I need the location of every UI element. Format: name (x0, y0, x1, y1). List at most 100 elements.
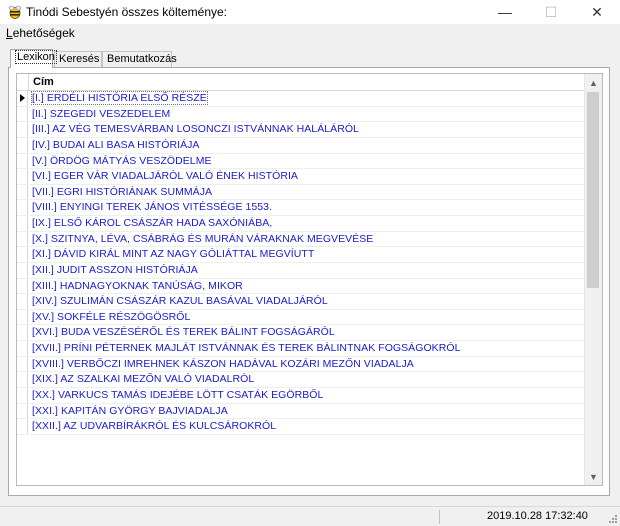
poem-title: [VI.] EGER VÁR VIADALJÁRÓL VALÓ ÉNEK HIS… (32, 170, 298, 183)
poem-title: [IV.] BUDAI ALI BASA HISTÓRIÁJA (32, 138, 200, 151)
row-indicator[interactable] (17, 169, 28, 184)
vertical-scrollbar[interactable]: ▲ ▼ (584, 74, 602, 485)
table-row[interactable]: [XI.] DÁVID KIRÁL MINT AZ NAGY GÓLIÁTTAL… (17, 247, 586, 263)
table-row[interactable]: [XX.] VARKUCS TAMÁS IDEJÉBE LÖTT CSATÁK … (17, 387, 586, 404)
poem-title: [XV.] SOKFÉLE RÉSZÖGÖSRŐL (32, 310, 191, 323)
table-row[interactable]: [I.] ERDÉLI HISTÓRIA ELSŐ RÉSZE (17, 91, 586, 107)
poem-title: [XI.] DÁVID KIRÁL MINT AZ NAGY GÓLIÁTTAL… (32, 248, 315, 261)
row-indicator[interactable] (17, 419, 28, 434)
tab-lexikon[interactable]: Lexikon (10, 49, 57, 68)
poem-title: [IX.] ELSŐ KÁROL CSÁSZÁR HADA SAXÓNIÁBA, (32, 217, 273, 229)
row-indicator[interactable] (17, 278, 28, 294)
scroll-down-arrow-icon[interactable]: ▼ (585, 468, 602, 485)
tab-kereses[interactable]: Keresés (54, 51, 102, 67)
row-indicator[interactable] (17, 247, 28, 262)
poem-title: [XIV.] SZULIMÁN CSÁSZÁR KAZUL BASÁVAL VI… (32, 295, 328, 308)
row-indicator[interactable] (17, 341, 28, 356)
grid-header: Cím (17, 74, 586, 91)
poem-title: [XXII.] AZ UDVARBÍRÁKRÓL ÉS KULCSÁROKRÓL (32, 420, 277, 433)
poem-title: [XIX.] AZ SZALKAI MEZŐN VALÓ VIADALRÓL (32, 373, 255, 386)
table-row[interactable]: [X.] SZITNYA, LÉVA, CSÁBRÁG ÉS MURÁN VÁR… (17, 231, 586, 248)
poem-title: [VIII.] ENYINGI TEREK JÁNOS VITÉSSÉGE 15… (32, 201, 273, 214)
poem-title: [I.] ERDÉLI HISTÓRIA ELSŐ RÉSZE (31, 91, 208, 105)
table-row[interactable]: [XXII.] AZ UDVARBÍRÁKRÓL ÉS KULCSÁROKRÓL (17, 419, 586, 435)
row-indicator[interactable] (17, 200, 28, 215)
row-indicator[interactable] (17, 372, 28, 387)
table-row[interactable]: [II.] SZEGEDI VESZEDELEM (17, 106, 586, 123)
window-title: Tinódi Sebestyén összes költeménye: (26, 5, 227, 19)
menu-options-label-rest: ehetőségek (12, 26, 75, 40)
table-row[interactable]: [XVIII.] VERBŐCZI IMREHNEK KÁSZON HADÁVA… (17, 356, 586, 373)
status-separator (439, 510, 440, 524)
poem-title: [XVIII.] VERBŐCZI IMREHNEK KÁSZON HADÁVA… (32, 357, 414, 370)
minimize-icon: — (498, 4, 512, 20)
close-button[interactable]: ✕ (574, 0, 620, 24)
row-indicator[interactable] (17, 231, 28, 247)
table-row[interactable]: [XVII.] PRÍNI PÉTERNEK MAJLÁT ISTVÁNNAK … (17, 341, 586, 357)
table-row[interactable]: [V.] ÖRDÖG MÁTYÁS VESZÖDELME (17, 153, 586, 170)
bee-icon (8, 5, 22, 19)
poem-title: [XVII.] PRÍNI PÉTERNEK MAJLÁT ISTVÁNNAK … (32, 342, 461, 354)
row-indicator[interactable] (17, 137, 28, 153)
menu-options[interactable]: Lehetőségek (6, 26, 75, 40)
table-row[interactable]: [III.] AZ VÉG TEMESVÁRBAN LOSONCZI ISTVÁ… (17, 122, 586, 138)
table-row[interactable]: [XV.] SOKFÉLE RÉSZÖGÖSRŐL (17, 309, 586, 326)
poem-title: [II.] SZEGEDI VESZEDELEM (32, 107, 171, 120)
poem-title: [XX.] VARKUCS TAMÁS IDEJÉBE LÖTT CSATÁK … (32, 388, 324, 401)
table-row[interactable]: [IV.] BUDAI ALI BASA HISTÓRIÁJA (17, 137, 586, 154)
poem-title: [XII.] JUDIT ASSZON HISTÓRIÁJA (32, 263, 198, 276)
table-row[interactable]: [XII.] JUDIT ASSZON HISTÓRIÁJA (17, 262, 586, 279)
minimize-button[interactable]: — (482, 0, 528, 24)
row-indicator[interactable] (17, 387, 28, 403)
row-indicator[interactable] (17, 325, 28, 340)
table-row[interactable]: [XXI.] KAPITÁN GYÖRGY BAJVIADALJA (17, 403, 586, 420)
row-indicator[interactable] (17, 91, 28, 106)
tab-bemutatkozas[interactable]: Bemutatkozás (102, 51, 177, 67)
poem-title: [XVI.] BUDA VESZÉSÉRŐL ÉS TEREK BÁLINT F… (32, 326, 335, 339)
tab-strip: Lexikon Keresés Bemutatkozás (8, 49, 608, 68)
tab-panel-lexikon: Cím [I.] ERDÉLI HISTÓRIA ELSŐ RÉSZE [II.]… (8, 67, 610, 496)
status-bar: 2019.10.28 17:32:40 (0, 506, 620, 526)
tab-lexikon-label: Lexikon (15, 50, 57, 64)
poem-list-grid[interactable]: Cím [I.] ERDÉLI HISTÓRIA ELSŐ RÉSZE [II.]… (16, 73, 603, 486)
row-indicator[interactable] (17, 122, 28, 137)
table-row[interactable]: [XIII.] HADNAGYOKNAK TANÚSÁG, MIKOR (17, 278, 586, 295)
row-indicator[interactable] (17, 356, 28, 372)
scroll-up-arrow-icon[interactable]: ▲ (585, 74, 602, 91)
row-header-corner (17, 74, 29, 90)
close-icon: ✕ (591, 3, 603, 20)
row-indicator[interactable] (17, 262, 28, 278)
title-bar[interactable]: Tinódi Sebestyén összes költeménye: — ☐ … (0, 0, 620, 24)
grid-rows: [I.] ERDÉLI HISTÓRIA ELSŐ RÉSZE [II.] SZE… (17, 91, 586, 435)
poem-title: [V.] ÖRDÖG MÁTYÁS VESZÖDELME (32, 154, 212, 167)
tab-kereses-label: Keresés (59, 53, 100, 65)
row-indicator[interactable] (17, 294, 28, 309)
table-row[interactable]: [VII.] EGRI HISTÓRIÁNAK SUMMÁJA (17, 184, 586, 201)
menu-options-mnemonic: L (6, 26, 13, 40)
table-row[interactable]: [VIII.] ENYINGI TEREK JÁNOS VITÉSSÉGE 15… (17, 200, 586, 216)
menu-bar: Lehetőségek (0, 24, 620, 44)
table-row[interactable]: [XIX.] AZ SZALKAI MEZŐN VALÓ VIADALRÓL (17, 372, 586, 388)
poem-title: [XXI.] KAPITÁN GYÖRGY BAJVIADALJA (32, 404, 228, 417)
row-indicator[interactable] (17, 403, 28, 419)
table-row[interactable]: [XIV.] SZULIMÁN CSÁSZÁR KAZUL BASÁVAL VI… (17, 294, 586, 310)
maximize-button[interactable]: ☐ (528, 0, 574, 24)
table-row[interactable]: [IX.] ELSŐ KÁROL CSÁSZÁR HADA SAXÓNIÁBA, (17, 216, 586, 232)
row-indicator[interactable] (17, 184, 28, 200)
table-row[interactable]: [VI.] EGER VÁR VIADALJÁRÓL VALÓ ÉNEK HIS… (17, 169, 586, 185)
row-indicator[interactable] (17, 216, 28, 231)
poem-title: [XIII.] HADNAGYOKNAK TANÚSÁG, MIKOR (32, 279, 243, 292)
poem-title: [X.] SZITNYA, LÉVA, CSÁBRÁG ÉS MURÁN VÁR… (32, 232, 374, 245)
tab-bemutatkozas-label: Bemutatkozás (107, 53, 177, 65)
current-row-arrow-icon (20, 94, 25, 102)
scroll-thumb[interactable] (587, 92, 599, 288)
status-datetime: 2019.10.28 17:32:40 (487, 510, 588, 522)
column-header-title[interactable]: Cím (33, 76, 54, 88)
poem-title: [VII.] EGRI HISTÓRIÁNAK SUMMÁJA (32, 185, 213, 198)
row-indicator[interactable] (17, 309, 28, 325)
poem-title: [III.] AZ VÉG TEMESVÁRBAN LOSONCZI ISTVÁ… (32, 123, 359, 136)
row-indicator[interactable] (17, 106, 28, 122)
row-indicator[interactable] (17, 153, 28, 169)
table-row[interactable]: [XVI.] BUDA VESZÉSÉRŐL ÉS TEREK BÁLINT F… (17, 325, 586, 341)
resize-grip-icon[interactable] (608, 514, 618, 524)
